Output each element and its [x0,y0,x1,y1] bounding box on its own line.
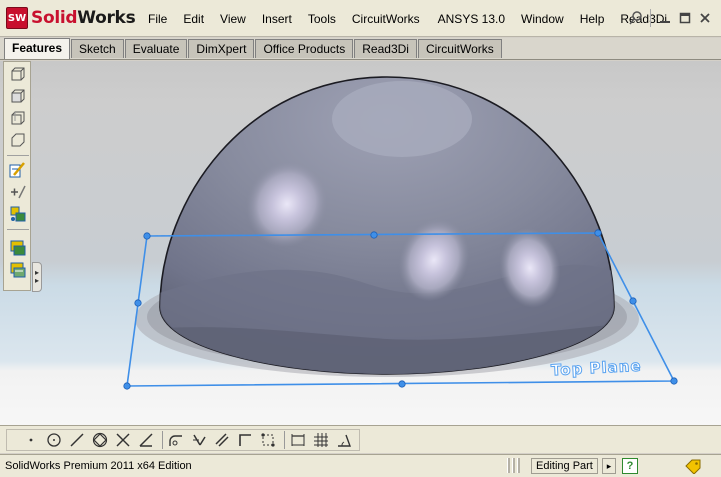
tag-icon[interactable] [684,458,702,474]
line-icon[interactable] [67,430,87,450]
offset-entities-icon[interactable] [212,430,232,450]
tab-circuitworks[interactable]: CircuitWorks [417,39,502,58]
menu-view[interactable]: View [212,12,254,26]
graphics-viewport[interactable]: Top Plane [0,61,721,425]
point-icon[interactable] [21,430,41,450]
trim-icon[interactable] [113,430,133,450]
grid-icon[interactable] [311,430,331,450]
close-icon[interactable] [695,9,715,27]
menu-circuitworks[interactable]: CircuitWorks [344,12,428,26]
command-manager-tabs: Features Sketch Evaluate DimXpert Office… [0,38,721,60]
edition-text: SolidWorks Premium 2011 x64 Edition [5,460,192,472]
convert-entities-icon[interactable] [189,430,209,450]
chevron-right-icon: ▸ [34,276,39,285]
toolbar-separator [284,431,285,449]
title-menu-bar: SW SolidWorks File Edit View Insert Tool… [0,0,721,37]
tab-office-products[interactable]: Office Products [255,39,354,58]
status-arrow-icon[interactable]: ▸ [602,458,616,474]
fillet-icon[interactable] [166,430,186,450]
window-controls [626,9,715,27]
tab-features[interactable]: Features [4,38,71,59]
tab-dimxpert[interactable]: DimXpert [188,39,255,58]
swept-boss-icon[interactable] [8,108,28,128]
menu-tools[interactable]: Tools [300,12,344,26]
left-toolbar [3,61,31,291]
smart-dimension-icon[interactable] [8,182,28,202]
sw-logo-icon: SW [6,7,28,29]
logo-text: SolidWorks [31,8,136,28]
rapid-sketch-icon[interactable] [8,260,28,280]
status-grip [507,458,520,473]
extruded-boss-icon[interactable] [8,64,28,84]
lofted-boss-icon[interactable] [8,130,28,150]
sketch-toolbar [0,425,721,453]
circle-icon[interactable] [44,430,64,450]
tab-read3di[interactable]: Read3Di [354,39,417,58]
sketch-edit-icon[interactable] [8,160,28,180]
tab-sketch[interactable]: Sketch [71,39,124,58]
polygon-icon[interactable] [90,430,110,450]
main-menu: File Edit View Insert Tools CircuitWorks… [140,12,675,26]
menu-file[interactable]: File [140,12,175,26]
menu-window[interactable]: Window [513,12,572,26]
toolbar-expand-handle[interactable]: ▸ ▸ [32,262,42,292]
tab-evaluate[interactable]: Evaluate [124,39,188,58]
help-icon[interactable]: ? [622,458,638,474]
corner-rectangle-icon[interactable] [235,430,255,450]
extend-icon[interactable] [136,430,156,450]
menu-ansys[interactable]: ANSYS 13.0 [428,12,513,26]
restore-icon[interactable] [675,9,695,27]
toolbar-separator [7,155,29,156]
centerline-icon[interactable] [258,430,278,450]
instant3d-icon[interactable] [8,238,28,258]
reference-geometry-icon[interactable] [8,204,28,224]
revolved-boss-icon[interactable] [8,86,28,106]
status-bar: SolidWorks Premium 2011 x64 Edition Edit… [0,454,721,477]
controls-separator [650,9,651,27]
angle-icon[interactable] [334,430,354,450]
dimension-icon[interactable] [288,430,308,450]
menu-help[interactable]: Help [572,12,613,26]
menu-insert[interactable]: Insert [254,12,300,26]
toolbar-separator [7,229,29,230]
solidworks-logo[interactable]: SW SolidWorks [6,7,136,29]
minimize-icon[interactable] [655,9,675,27]
editing-mode-status: Editing Part [531,458,598,474]
menu-edit[interactable]: Edit [175,12,212,26]
pushpin-icon[interactable] [626,9,646,27]
toolbar-separator [162,431,163,449]
